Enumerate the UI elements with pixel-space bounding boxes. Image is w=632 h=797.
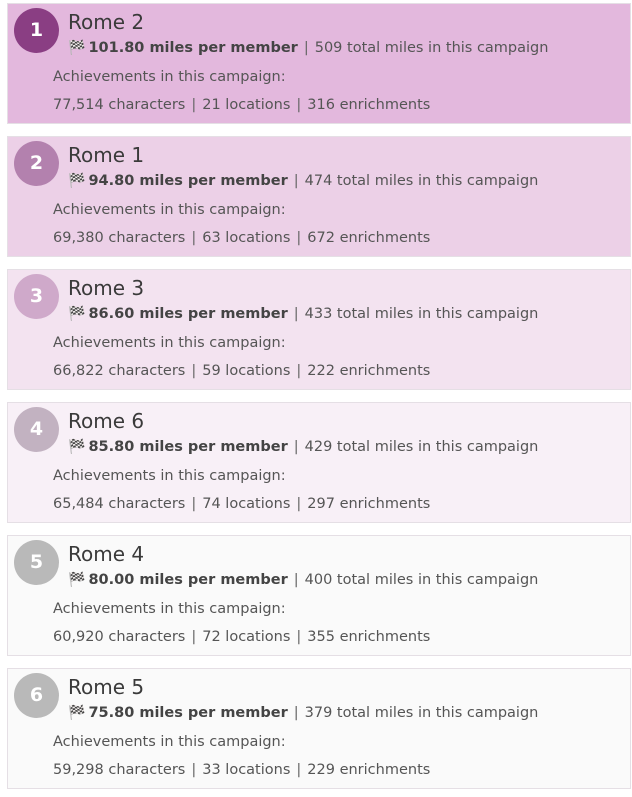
separator: | <box>191 629 197 645</box>
team-name: Rome 1 <box>68 143 145 167</box>
characters-count: 65,484 characters <box>53 496 186 512</box>
miles-stats: 🏁 86.60 miles per member | 433 total miles … <box>68 306 538 322</box>
team-name: Rome 6 <box>68 409 145 433</box>
achievements-label: Achievements in this campaign: <box>53 69 286 85</box>
separator: | <box>296 230 302 246</box>
rank-badge: 1 <box>14 8 59 53</box>
achievements-label: Achievements in this campaign: <box>53 734 286 750</box>
miles-stats: 🏁 80.00 miles per member | 400 total miles … <box>68 572 538 588</box>
total-miles: 400 total miles in this campaign <box>304 572 539 588</box>
total-miles: 509 total miles in this campaign <box>314 40 549 56</box>
separator: | <box>191 496 197 512</box>
team-name: Rome 3 <box>68 276 145 300</box>
leaderboard-card: 3 Rome 3 🏁 86.60 miles per member | 433 tot… <box>7 269 631 390</box>
separator: | <box>191 762 197 778</box>
team-name: Rome 2 <box>68 10 145 34</box>
leaderboard-card: 1 Rome 2 🏁 101.80 miles per member | 509 to… <box>7 3 631 124</box>
miles-per-member: 80.00 miles per member <box>88 572 288 588</box>
leaderboard-card: 2 Rome 1 🏁 94.80 miles per member | 474 tot… <box>7 136 631 257</box>
locations-count: 21 locations <box>202 97 291 113</box>
locations-count: 74 locations <box>202 496 291 512</box>
characters-count: 66,822 characters <box>53 363 186 379</box>
separator: | <box>296 629 302 645</box>
achievements-values: 69,380 characters | 63 locations | 672 enric… <box>53 230 430 246</box>
leaderboard-card: 4 Rome 6 🏁 85.80 miles per member | 429 tot… <box>7 402 631 523</box>
enrichments-count: 672 enrichments <box>307 230 431 246</box>
locations-count: 33 locations <box>202 762 291 778</box>
achievements-label: Achievements in this campaign: <box>53 468 286 484</box>
locations-count: 72 locations <box>202 629 291 645</box>
separator: | <box>293 173 299 189</box>
team-name: Rome 5 <box>68 675 145 699</box>
total-miles: 379 total miles in this campaign <box>304 705 539 721</box>
achievements-values: 59,298 characters | 33 locations | 229 enric… <box>53 762 430 778</box>
separator: | <box>293 439 299 455</box>
enrichments-count: 297 enrichments <box>307 496 431 512</box>
rank-badge: 2 <box>14 141 59 186</box>
locations-count: 59 locations <box>202 363 291 379</box>
enrichments-count: 222 enrichments <box>307 363 431 379</box>
enrichments-count: 316 enrichments <box>307 97 431 113</box>
achievements-values: 60,920 characters | 72 locations | 355 enric… <box>53 629 430 645</box>
separator: | <box>303 40 309 56</box>
miles-stats: 🏁 101.80 miles per member | 509 total miles… <box>68 40 548 56</box>
checkered-flag-icon: 🏁 <box>68 306 86 322</box>
rank-badge: 5 <box>14 540 59 585</box>
rank-badge: 4 <box>14 407 59 452</box>
miles-per-member: 94.80 miles per member <box>88 173 288 189</box>
locations-count: 63 locations <box>202 230 291 246</box>
miles-per-member: 86.60 miles per member <box>88 306 288 322</box>
separator: | <box>293 306 299 322</box>
achievements-label: Achievements in this campaign: <box>53 335 286 351</box>
achievements-label: Achievements in this campaign: <box>53 202 286 218</box>
miles-stats: 🏁 94.80 miles per member | 474 total miles … <box>68 173 538 189</box>
separator: | <box>191 97 197 113</box>
checkered-flag-icon: 🏁 <box>68 572 86 588</box>
separator: | <box>293 572 299 588</box>
leaderboard-list: 1 Rome 2 🏁 101.80 miles per member | 509 to… <box>0 0 632 797</box>
enrichments-count: 229 enrichments <box>307 762 431 778</box>
miles-per-member: 101.80 miles per member <box>88 40 298 56</box>
team-name: Rome 4 <box>68 542 145 566</box>
separator: | <box>293 705 299 721</box>
leaderboard-card: 5 Rome 4 🏁 80.00 miles per member | 400 tot… <box>7 535 631 656</box>
achievements-label: Achievements in this campaign: <box>53 601 286 617</box>
separator: | <box>296 762 302 778</box>
separator: | <box>191 230 197 246</box>
checkered-flag-icon: 🏁 <box>68 439 86 455</box>
total-miles: 433 total miles in this campaign <box>304 306 539 322</box>
miles-stats: 🏁 75.80 miles per member | 379 total miles … <box>68 705 538 721</box>
characters-count: 69,380 characters <box>53 230 186 246</box>
characters-count: 59,298 characters <box>53 762 186 778</box>
characters-count: 77,514 characters <box>53 97 186 113</box>
separator: | <box>296 496 302 512</box>
enrichments-count: 355 enrichments <box>307 629 431 645</box>
total-miles: 474 total miles in this campaign <box>304 173 539 189</box>
miles-per-member: 85.80 miles per member <box>88 439 288 455</box>
separator: | <box>191 363 197 379</box>
checkered-flag-icon: 🏁 <box>68 40 86 56</box>
leaderboard-card: 6 Rome 5 🏁 75.80 miles per member | 379 tot… <box>7 668 631 789</box>
achievements-values: 66,822 characters | 59 locations | 222 enric… <box>53 363 430 379</box>
achievements-values: 65,484 characters | 74 locations | 297 enric… <box>53 496 430 512</box>
miles-stats: 🏁 85.80 miles per member | 429 total miles … <box>68 439 538 455</box>
separator: | <box>296 363 302 379</box>
checkered-flag-icon: 🏁 <box>68 173 86 189</box>
characters-count: 60,920 characters <box>53 629 186 645</box>
rank-badge: 3 <box>14 274 59 319</box>
rank-badge: 6 <box>14 673 59 718</box>
total-miles: 429 total miles in this campaign <box>304 439 539 455</box>
miles-per-member: 75.80 miles per member <box>88 705 288 721</box>
checkered-flag-icon: 🏁 <box>68 705 86 721</box>
achievements-values: 77,514 characters | 21 locations | 316 enric… <box>53 97 430 113</box>
separator: | <box>296 97 302 113</box>
